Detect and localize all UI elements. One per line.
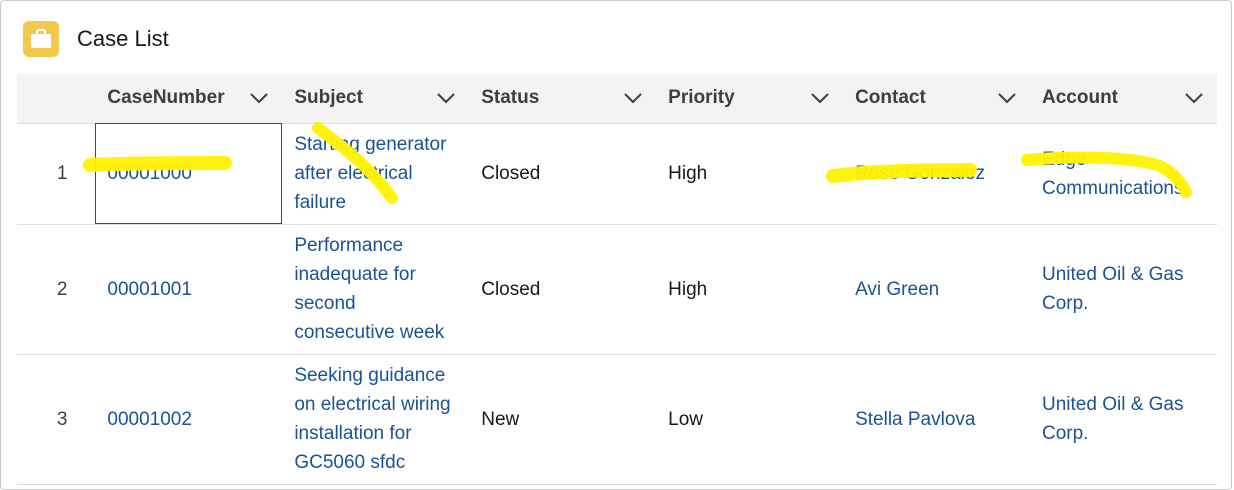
card-title: Case List (77, 26, 169, 51)
status-cell: Closed (481, 278, 541, 300)
column-header-priority[interactable]: Priority (656, 74, 844, 124)
subject-cell: Starting generator after electrical fail… (282, 123, 469, 224)
column-header-label: Account (1042, 87, 1118, 109)
row-number: 3 (56, 408, 68, 430)
case-number-link[interactable]: 00001001 (107, 279, 192, 300)
account-link[interactable]: Edge Communications (1042, 149, 1184, 199)
priority-cell: High (668, 163, 708, 184)
column-header-subject[interactable]: Subject (282, 74, 470, 124)
priority-cell: Low (668, 408, 704, 430)
contact-link[interactable]: Avi Green (855, 279, 939, 300)
column-header-contact[interactable]: Contact (843, 74, 1030, 124)
chevron-down-icon[interactable] (248, 91, 270, 105)
case-number-link[interactable]: 00001000 (107, 163, 192, 184)
contact-cell: Avi Green (843, 224, 1030, 354)
case-number-cell: 00001002 (95, 354, 282, 484)
contact-cell: Rose Gonzalez (843, 123, 1030, 224)
table-header-row: CaseNumber Subject Status Priority Conta… (17, 74, 1217, 124)
case-number-cell[interactable]: 00001000 (95, 123, 283, 224)
subject-link[interactable]: Performance inadequate for second consec… (294, 235, 444, 343)
chevron-down-icon[interactable] (809, 91, 831, 105)
contact-link[interactable]: Rose Gonzalez (855, 163, 985, 184)
row-number: 2 (56, 278, 68, 300)
contact-link[interactable]: Stella Pavlova (855, 409, 975, 430)
case-number-link[interactable]: 00001002 (107, 409, 192, 430)
row-number: 1 (56, 163, 68, 184)
subject-cell: Seeking guidance on electrical wiring in… (282, 354, 469, 484)
case-number-cell: 00001001 (95, 224, 282, 354)
status-cell: Closed (481, 163, 541, 184)
column-header-status[interactable]: Status (469, 74, 657, 124)
card-header: Case List (23, 19, 169, 59)
chevron-down-icon[interactable] (435, 91, 457, 105)
account-cell: United Oil & Gas Corp. (1030, 354, 1217, 484)
column-header-account[interactable]: Account (1030, 74, 1217, 124)
chevron-down-icon[interactable] (996, 91, 1018, 105)
subject-cell: Performance inadequate for second consec… (282, 224, 469, 354)
table-row: 1 00001000 Starting generator after elec… (17, 123, 1217, 224)
case-table: CaseNumber Subject Status Priority Conta… (17, 74, 1217, 485)
chevron-down-icon[interactable] (1183, 91, 1205, 105)
account-cell: United Oil & Gas Corp. (1030, 224, 1217, 354)
table-row: 3 00001002 Seeking guidance on electrica… (17, 354, 1217, 484)
column-header-label: Contact (855, 87, 926, 109)
contact-cell: Stella Pavlova (843, 354, 1030, 484)
column-header-label: Status (481, 87, 540, 109)
account-link[interactable]: United Oil & Gas Corp. (1042, 394, 1184, 444)
subject-link[interactable]: Starting generator after electrical fail… (294, 134, 446, 213)
column-header-casenumber[interactable]: CaseNumber (95, 74, 283, 124)
account-cell: Edge Communications (1030, 123, 1217, 224)
briefcase-icon (23, 21, 59, 57)
column-header-label: CaseNumber (107, 87, 225, 109)
account-link[interactable]: United Oil & Gas Corp. (1042, 264, 1184, 314)
status-cell: New (481, 408, 520, 430)
column-header-label: Subject (294, 87, 363, 109)
table-row: 2 00001001 Performance inadequate for se… (17, 224, 1217, 354)
column-header-label: Priority (668, 87, 735, 109)
subject-link[interactable]: Seeking guidance on electrical wiring in… (294, 365, 450, 473)
row-number-header (17, 74, 96, 124)
chevron-down-icon[interactable] (622, 91, 644, 105)
priority-cell: High (668, 278, 708, 300)
case-list-card: Case List CaseNumber Subject Status Prio… (0, 0, 1232, 490)
